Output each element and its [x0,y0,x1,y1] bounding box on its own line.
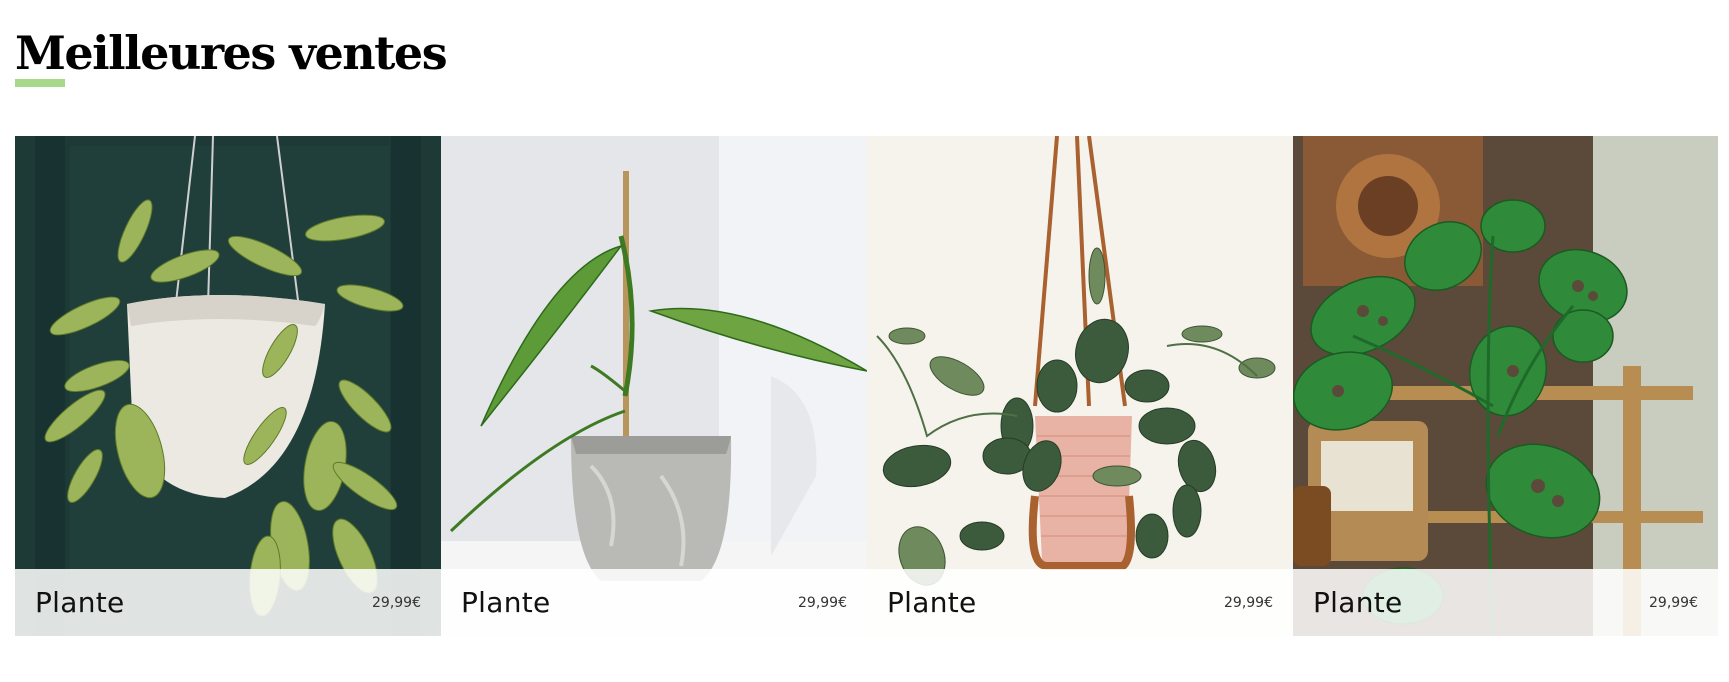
product-card[interactable]: Plante 29,99€ [1293,136,1718,636]
product-price: 29,99€ [372,594,421,611]
product-card[interactable]: Plante 29,99€ [867,136,1293,636]
hanging-plant-white-pot-image[interactable] [15,136,441,636]
product-card[interactable]: Plante 29,99€ [15,136,441,636]
product-info-bar: Plante 29,99€ [1293,569,1718,636]
product-name[interactable]: Plante [1313,586,1403,619]
monstera-shelf-image[interactable] [1293,136,1718,636]
product-price: 29,99€ [1224,594,1273,611]
product-card[interactable]: Plante 29,99€ [441,136,867,636]
product-price: 29,99€ [798,594,847,611]
best-sellers-section: Meilleures ventes Plante 29,99€ Plante 2… [0,0,1729,682]
section-title: Meilleures ventes [15,26,448,80]
product-name[interactable]: Plante [887,586,977,619]
product-info-bar: Plante 29,99€ [867,569,1293,636]
product-price: 29,99€ [1649,594,1698,611]
product-info-bar: Plante 29,99€ [15,569,441,636]
plant-grey-concrete-pot-image[interactable] [441,136,867,636]
product-name[interactable]: Plante [35,586,125,619]
title-underline [15,79,65,87]
product-grid: Plante 29,99€ Plante 29,99€ Plante 29,99… [15,136,1718,636]
product-name[interactable]: Plante [461,586,551,619]
hanging-plant-pink-pot-image[interactable] [867,136,1293,636]
product-info-bar: Plante 29,99€ [441,569,867,636]
